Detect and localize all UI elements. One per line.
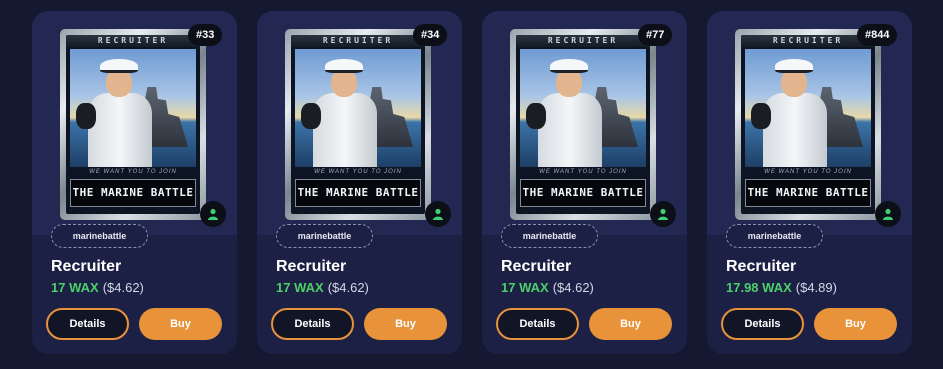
nft-header-text: RECRUITER [291,35,425,47]
price-wax: 17 WAX [276,280,324,295]
nft-title: THE MARINE BATTLE [745,179,871,207]
nft-card-image[interactable]: RECRUITER WE WANT YOU TO JOIN THE MARINE… [60,29,206,220]
collection-tag[interactable]: marinebattle [501,224,598,248]
nft-artwork [70,49,196,167]
nft-card-image[interactable]: RECRUITER WE WANT YOU TO JOIN THE MARINE… [735,29,881,220]
asset-card[interactable]: RECRUITER WE WANT YOU TO JOIN THE MARINE… [32,11,237,354]
asset-name: Recruiter [51,258,122,275]
price-row: 17.98 WAX ($4.89) [726,280,837,295]
asset-card[interactable]: RECRUITER WE WANT YOU TO JOIN THE MARINE… [482,11,687,354]
owner-button[interactable] [875,201,901,227]
owner-button[interactable] [650,201,676,227]
collection-tag[interactable]: marinebattle [276,224,373,248]
asset-card[interactable]: RECRUITER WE WANT YOU TO JOIN THE MARINE… [707,11,912,354]
owner-button[interactable] [200,201,226,227]
nft-title: THE MARINE BATTLE [70,179,196,207]
nft-title: THE MARINE BATTLE [520,179,646,207]
price-wax: 17 WAX [51,280,99,295]
details-button[interactable]: Details [721,308,804,340]
owner-button[interactable] [425,201,451,227]
asset-card[interactable]: RECRUITER WE WANT YOU TO JOIN THE MARINE… [257,11,462,354]
nft-tagline: WE WANT YOU TO JOIN [314,169,402,175]
user-icon [208,208,218,220]
asset-name: Recruiter [276,258,347,275]
nft-tagline: WE WANT YOU TO JOIN [764,169,852,175]
details-button[interactable]: Details [496,308,579,340]
mint-number-badge: #33 [188,24,223,46]
nft-card-image[interactable]: RECRUITER WE WANT YOU TO JOIN THE MARINE… [285,29,431,220]
price-row: 17 WAX ($4.62) [276,280,369,295]
nft-card-image[interactable]: RECRUITER WE WANT YOU TO JOIN THE MARINE… [510,29,656,220]
mint-number-badge: #844 [857,24,898,46]
price-usd: ($4.62) [102,280,144,295]
nft-header-text: RECRUITER [741,35,875,47]
buy-button[interactable]: Buy [139,308,222,340]
price-usd: ($4.62) [552,280,594,295]
collection-tag[interactable]: marinebattle [726,224,823,248]
price-row: 17 WAX ($4.62) [51,280,144,295]
nft-title: THE MARINE BATTLE [295,179,421,207]
price-wax: 17.98 WAX [726,280,792,295]
buy-button[interactable]: Buy [364,308,447,340]
nft-artwork [745,49,871,167]
nft-header-text: RECRUITER [516,35,650,47]
collection-tag[interactable]: marinebattle [51,224,148,248]
mint-number-badge: #77 [638,24,673,46]
nft-artwork [520,49,646,167]
buy-button[interactable]: Buy [814,308,897,340]
price-wax: 17 WAX [501,280,549,295]
details-button[interactable]: Details [271,308,354,340]
user-icon [433,208,443,220]
nft-header-text: RECRUITER [66,35,200,47]
nft-artwork [295,49,421,167]
price-usd: ($4.89) [795,280,837,295]
buy-button[interactable]: Buy [589,308,672,340]
mint-number-badge: #34 [413,24,448,46]
user-icon [883,208,893,220]
nft-tagline: WE WANT YOU TO JOIN [89,169,177,175]
details-button[interactable]: Details [46,308,129,340]
listing-grid: RECRUITER WE WANT YOU TO JOIN THE MARINE… [0,0,943,369]
asset-name: Recruiter [501,258,572,275]
user-icon [658,208,668,220]
price-row: 17 WAX ($4.62) [501,280,594,295]
nft-tagline: WE WANT YOU TO JOIN [539,169,627,175]
price-usd: ($4.62) [327,280,369,295]
asset-name: Recruiter [726,258,797,275]
